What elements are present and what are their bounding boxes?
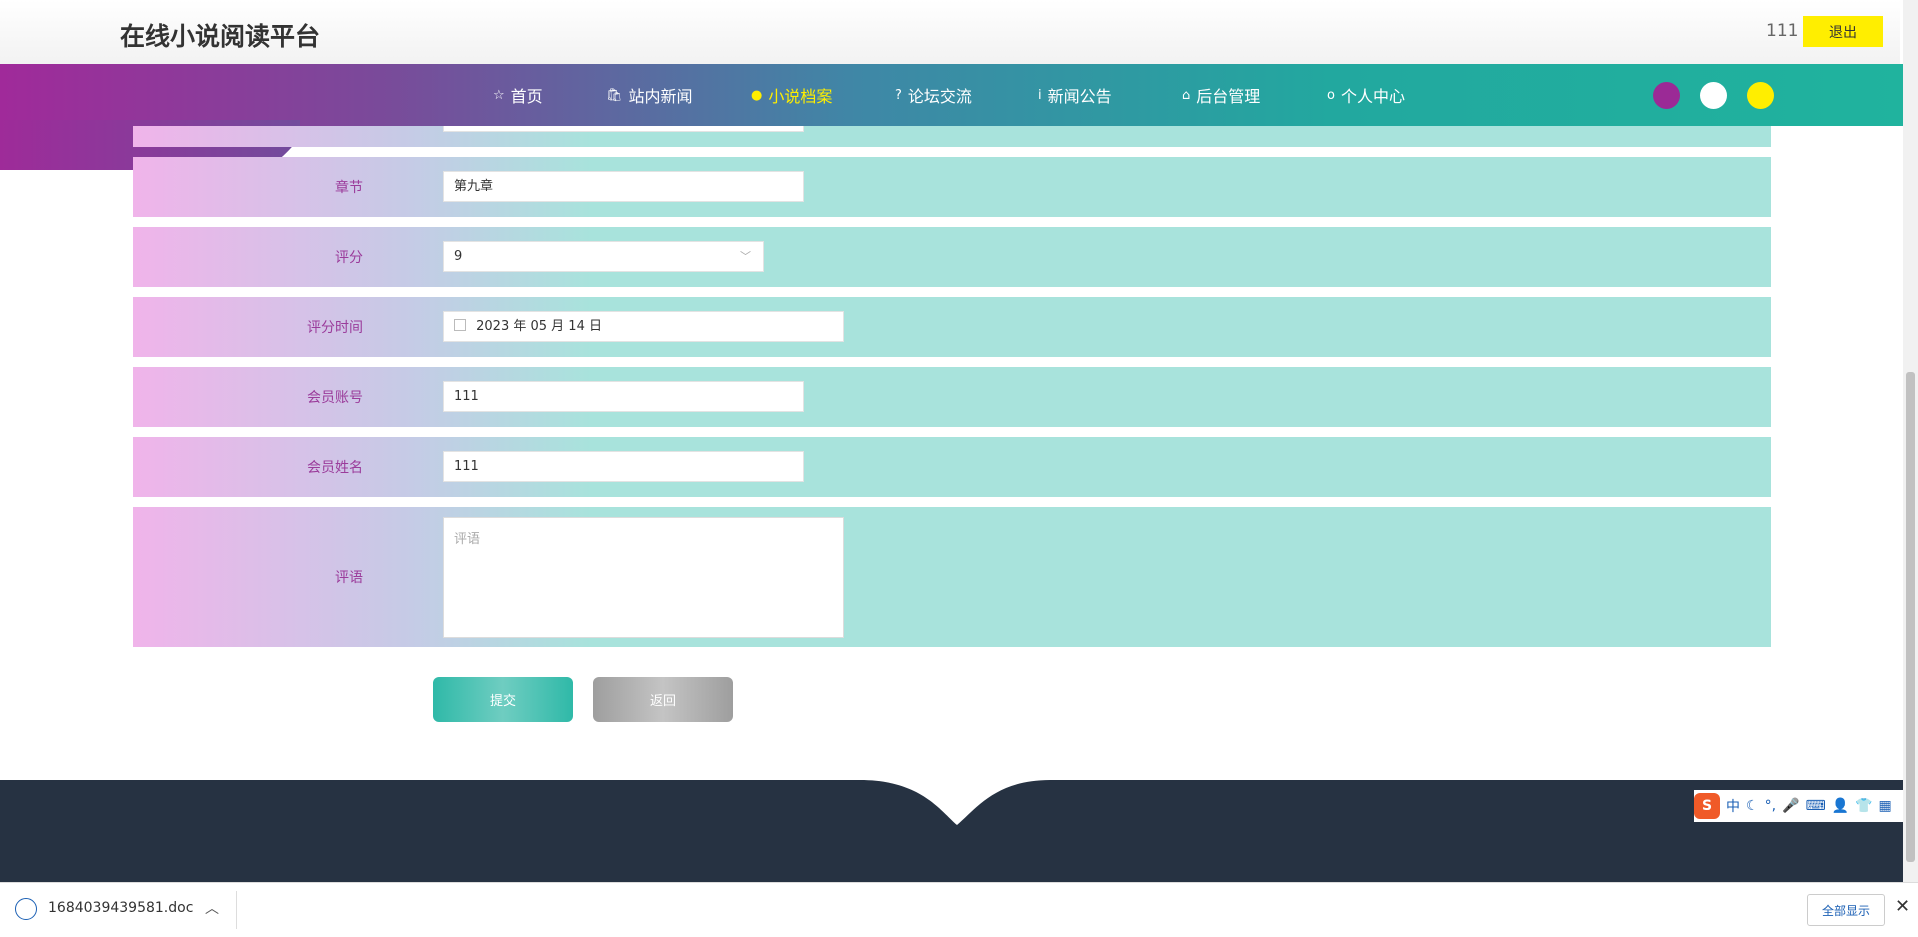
show-all-downloads-button[interactable]: 全部显示 bbox=[1807, 894, 1885, 926]
nav-item-novel-archive[interactable]: ● 小说档案 bbox=[751, 83, 832, 107]
rating-time-value: 2023 年 05 月 14 日 bbox=[476, 319, 602, 334]
form-row-rating-time: 评分时间 2023 年 05 月 14 日 bbox=[133, 297, 1771, 357]
download-divider bbox=[236, 891, 237, 929]
top-header: 在线小说阅读平台 111 退出 bbox=[0, 0, 1900, 64]
download-bar: 1684039439581.doc ︿ 全部显示 ✕ bbox=[0, 882, 1918, 937]
user-icon: ο bbox=[1327, 87, 1335, 103]
form-row-member-account: 会员账号 111 bbox=[133, 367, 1771, 427]
info-icon: i bbox=[1038, 87, 1042, 103]
nav-item-home[interactable]: ☆ 首页 bbox=[493, 83, 543, 107]
download-file-name[interactable]: 1684039439581.doc bbox=[48, 900, 193, 916]
nav-item-label: 个人中心 bbox=[1340, 87, 1405, 106]
footer-decorative-notch bbox=[0, 780, 1903, 825]
question-circle-icon: ? bbox=[895, 87, 902, 103]
rating-selected-value: 9 bbox=[454, 249, 463, 264]
comment-textarea[interactable]: 评语 bbox=[443, 517, 844, 638]
rating-time-field[interactable]: 2023 年 05 月 14 日 bbox=[443, 311, 844, 342]
site-title: 在线小说阅读平台 bbox=[120, 22, 321, 51]
chevron-down-icon: ﹀ bbox=[740, 250, 751, 263]
nav-item-announcements[interactable]: i 新闻公告 bbox=[1038, 83, 1112, 107]
submit-button[interactable]: 提交 bbox=[433, 677, 573, 722]
info-circle-icon: ● bbox=[751, 87, 763, 103]
back-button[interactable]: 返回 bbox=[593, 677, 733, 722]
scrollbar-thumb[interactable] bbox=[1906, 372, 1915, 862]
current-user-name: 111 bbox=[1766, 21, 1799, 41]
nav-item-personal-center[interactable]: ο 个人中心 bbox=[1327, 83, 1405, 107]
calendar-icon bbox=[454, 319, 466, 331]
page-scrollbar[interactable] bbox=[1903, 0, 1918, 882]
store-icon: ⌂ bbox=[1182, 87, 1191, 103]
nav-item-label: 小说档案 bbox=[768, 87, 833, 106]
shirt-icon[interactable]: 👕 bbox=[1855, 798, 1872, 814]
member-name-label: 会员姓名 bbox=[307, 460, 363, 476]
sogou-logo-icon[interactable]: S bbox=[1694, 793, 1720, 819]
microphone-icon[interactable]: 🎤 bbox=[1782, 798, 1799, 814]
comment-label: 评语 bbox=[335, 570, 363, 586]
theme-yellow-dot[interactable] bbox=[1747, 82, 1774, 109]
nav-item-forum[interactable]: ? 论坛交流 bbox=[895, 83, 972, 107]
keyboard-icon[interactable]: ⌨ bbox=[1805, 798, 1825, 814]
chinese-mode-icon[interactable]: 中 bbox=[1726, 796, 1740, 816]
rating-label: 评分 bbox=[335, 250, 363, 266]
rating-select[interactable]: 9 ﹀ bbox=[443, 241, 764, 272]
logout-button[interactable]: 退出 bbox=[1803, 16, 1883, 47]
member-account-field[interactable]: 111 bbox=[443, 381, 804, 412]
form-row-chapter: 章节 第九章 bbox=[133, 157, 1771, 217]
punctuation-icon[interactable]: °, bbox=[1765, 798, 1776, 814]
ime-toolbar: S 中 ☾ °, 🎤 ⌨ 👤 👕 ▦ bbox=[1694, 790, 1904, 822]
page-footer bbox=[0, 780, 1903, 882]
nav-item-label: 后台管理 bbox=[1196, 87, 1261, 106]
nav-item-label: 站内新闻 bbox=[628, 87, 693, 106]
member-account-label: 会员账号 bbox=[307, 390, 363, 406]
nav-item-label: 新闻公告 bbox=[1047, 87, 1112, 106]
close-icon[interactable]: ✕ bbox=[1895, 896, 1910, 917]
nav-item-site-news[interactable]: 🛍 站内新闻 bbox=[606, 83, 693, 107]
chevron-up-icon[interactable]: ︿ bbox=[205, 898, 219, 918]
form-row-hidden bbox=[133, 126, 1771, 147]
form-row-member-name: 会员姓名 111 bbox=[133, 437, 1771, 497]
main-nav: ☆ 首页 🛍 站内新闻 ● 小说档案 ? 论坛交流 i 新闻公告 ⌂ 后台管理 … bbox=[0, 64, 1903, 126]
theme-white-dot[interactable] bbox=[1700, 82, 1727, 109]
nav-item-label: 论坛交流 bbox=[907, 87, 972, 106]
moon-icon[interactable]: ☾ bbox=[1746, 798, 1759, 814]
word-document-icon bbox=[15, 898, 37, 920]
form-row-rating: 评分 9 ﹀ bbox=[133, 227, 1771, 287]
member-name-field[interactable]: 111 bbox=[443, 451, 804, 482]
bag-icon: 🛍 bbox=[606, 87, 623, 103]
chapter-field[interactable]: 第九章 bbox=[443, 171, 804, 202]
chapter-label: 章节 bbox=[335, 180, 363, 196]
user-icon[interactable]: 👤 bbox=[1832, 798, 1849, 814]
theme-purple-dot[interactable] bbox=[1653, 82, 1680, 109]
star-icon: ☆ bbox=[493, 87, 505, 103]
grid-icon[interactable]: ▦ bbox=[1879, 798, 1892, 814]
rating-time-label: 评分时间 bbox=[307, 320, 363, 336]
nav-item-admin[interactable]: ⌂ 后台管理 bbox=[1182, 83, 1260, 107]
form-row-comment: 评语 评语 bbox=[133, 507, 1771, 647]
hidden-field-edge bbox=[443, 126, 804, 132]
nav-item-label: 首页 bbox=[510, 87, 543, 106]
